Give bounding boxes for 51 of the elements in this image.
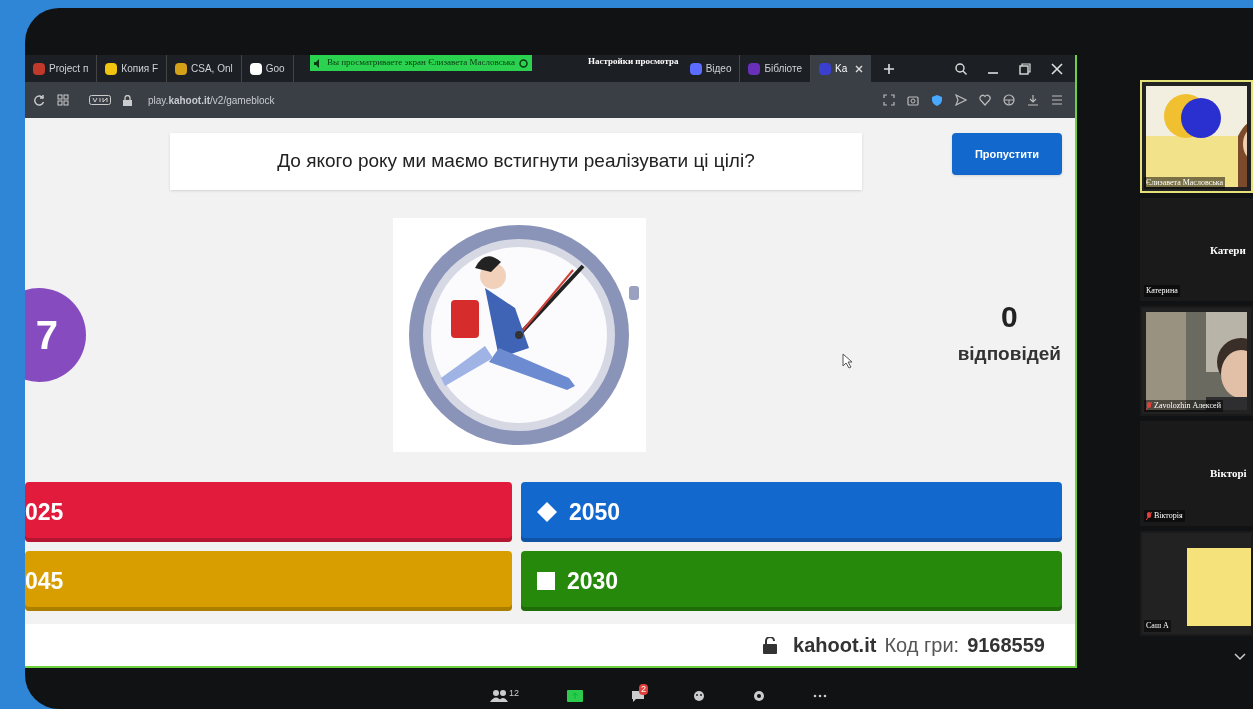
menu-icon[interactable] — [1051, 94, 1063, 106]
game-code: 9168559 — [967, 633, 1045, 658]
close-icon[interactable] — [855, 64, 864, 73]
grid-icon[interactable] — [57, 94, 69, 106]
participant-name: Єлизавета Масловська — [1146, 177, 1224, 189]
shield-icon[interactable] — [931, 94, 943, 106]
lock-icon — [763, 636, 778, 654]
view-options-link[interactable]: Настройки просмотра — [588, 55, 679, 69]
restore-icon[interactable] — [1019, 62, 1031, 75]
reload-icon[interactable] — [33, 94, 45, 106]
people-icon — [490, 689, 508, 702]
participant-name: Zavolozhin Алексей — [1154, 400, 1221, 412]
participant-display-name: Катери — [1210, 243, 1246, 258]
download-icon[interactable] — [1027, 94, 1039, 106]
heart-icon[interactable] — [979, 94, 991, 106]
timer-badge: 7 — [25, 288, 86, 382]
host-text: kahoot.it — [793, 633, 877, 658]
vpn-badge-icon[interactable] — [89, 95, 111, 105]
participant-count: 12 — [509, 689, 519, 698]
answer-option[interactable]: 2030 — [521, 551, 1062, 611]
camera-icon[interactable] — [907, 94, 919, 106]
skip-button[interactable]: Пропустити — [952, 133, 1062, 175]
participant-name: Вікторія — [1154, 510, 1183, 522]
answer-count: 0 — [1000, 301, 1018, 332]
answer-option[interactable]: 025 — [25, 482, 512, 542]
diamond-icon — [537, 502, 557, 522]
answer-count-label: відповідей — [957, 341, 1061, 366]
square-icon — [537, 572, 555, 590]
search-icon[interactable] — [955, 62, 967, 75]
address-field[interactable]: play.kahoot.it/v2/gameblock — [148, 92, 275, 108]
participant-display-name: Вікторі — [1210, 466, 1247, 481]
send-icon[interactable] — [955, 94, 967, 106]
participant-name: Саш А — [1146, 620, 1169, 632]
screenshot-icon[interactable] — [883, 94, 895, 106]
reactions-icon[interactable] — [693, 689, 705, 702]
more-icon[interactable] — [813, 693, 827, 698]
banner-text: Вы просматриваете экран Єлизавета Масловська — [327, 56, 515, 70]
close-icon[interactable] — [1051, 62, 1063, 75]
new-tab-icon[interactable] — [883, 62, 896, 75]
participant-name: Катерина — [1146, 285, 1178, 297]
cursor-icon — [842, 353, 854, 369]
chevron-down-icon[interactable] — [1234, 653, 1246, 661]
muted-mic-icon — [1146, 401, 1152, 411]
lock-icon — [123, 94, 132, 106]
participants-button[interactable]: 12 — [490, 689, 519, 702]
chat-badge: 2 — [639, 683, 649, 695]
answer-option[interactable]: 2050 — [521, 482, 1062, 542]
question-text: До якого року ми маємо встигнути реалізувати ці цілі? — [170, 133, 862, 190]
browser-tab[interactable]: Ka — [811, 55, 872, 82]
game-code-label: Код гри: — [884, 633, 960, 658]
muted-mic-icon — [1146, 511, 1152, 521]
